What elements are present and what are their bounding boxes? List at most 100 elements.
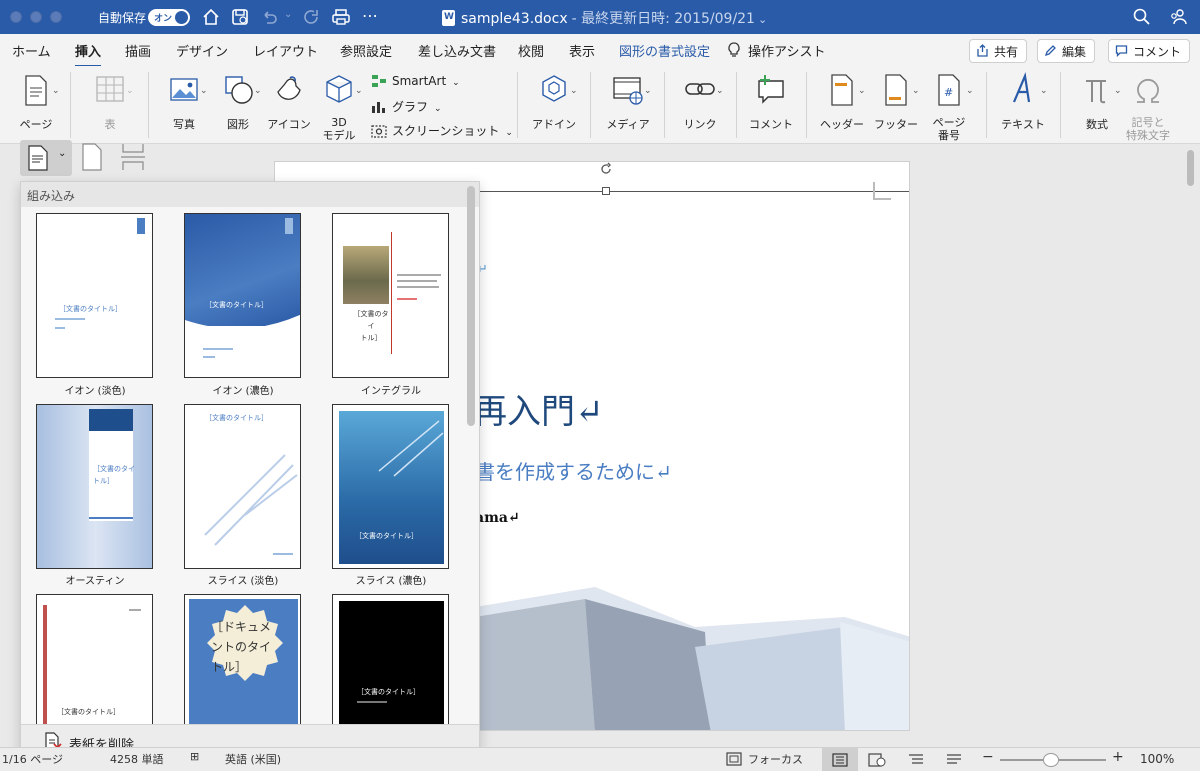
cover-thumb-title: ［ドキュメ ントのタイ トル］ [211, 620, 272, 674]
tab-home[interactable]: ホーム [12, 41, 51, 60]
link-chevron-icon: ⌄ [716, 86, 724, 96]
photo-group[interactable]: ⌄ 写真 [158, 72, 210, 131]
comments-button[interactable]: コメント [1108, 39, 1191, 63]
print-layout-view-button[interactable] [822, 748, 858, 771]
close-window-button[interactable] [10, 11, 22, 23]
symbol-label: 記号と 特殊文字 [1126, 116, 1170, 142]
new-comment-group[interactable]: コメント [744, 72, 798, 131]
tab-shape-format[interactable]: 図形の書式設定 [619, 41, 710, 60]
cover-thumb-title: ［文書のタイトル］ [205, 301, 268, 309]
cover-thumb-ion-light[interactable]: ［文書のタイトル］ [36, 213, 153, 378]
lightbulb-icon [728, 42, 740, 57]
footer-group[interactable]: ⌄ フッター [868, 72, 924, 131]
cover-page-dropdown-button[interactable]: ⌄ [20, 140, 72, 176]
cover-caption-austin: オースティン [65, 576, 125, 587]
cover-thumb-slice-dark[interactable]: ［文書のタイトル］ [332, 404, 449, 569]
print-icon[interactable] [331, 7, 351, 27]
focus-label[interactable]: フォーカス [748, 751, 803, 767]
language-status[interactable]: 英語 (米国) [225, 751, 281, 767]
undo-icon[interactable] [259, 7, 279, 27]
account-icon[interactable] [1168, 7, 1188, 27]
equation-group[interactable]: ⌄ 数式 [1070, 72, 1124, 131]
addins-label: アドイン [532, 118, 576, 131]
smartart-icon [372, 75, 386, 87]
search-icon[interactable] [1132, 7, 1152, 27]
equation-label: 数式 [1086, 118, 1108, 131]
outline-view-icon[interactable] [908, 753, 924, 767]
proofing-icon[interactable]: ⊞ [190, 750, 199, 763]
ribbon-divider [986, 72, 987, 138]
ribbon-divider [806, 72, 807, 138]
page-count-status[interactable]: 1/16 ページ [2, 751, 63, 767]
vertical-scrollbar[interactable] [1186, 148, 1196, 738]
focus-icon[interactable] [726, 752, 742, 766]
header-group[interactable]: ⌄ ヘッダー [814, 72, 870, 131]
ribbon-divider [70, 72, 71, 138]
tab-insert[interactable]: 挿入 [75, 41, 102, 68]
page-number-label: ページ 番号 [932, 116, 966, 142]
gallery-scrollbar-thumb[interactable] [467, 186, 475, 426]
tab-draw[interactable]: 描画 [125, 41, 151, 60]
scrollbar-thumb[interactable] [1187, 150, 1194, 186]
ribbon-divider [736, 72, 737, 138]
chart-chevron-icon: ⌄ [434, 104, 442, 114]
3d-models-group[interactable]: ⌄ 3D モデル [316, 72, 363, 142]
web-layout-icon[interactable] [868, 753, 886, 767]
document-title[interactable]: sample43.docx- 最終更新日時: 2015/09/21⌄ [442, 8, 767, 28]
zoom-in-icon[interactable]: + [1112, 749, 1124, 765]
tab-view[interactable]: 表示 [569, 41, 595, 60]
tab-references[interactable]: 参照設定 [340, 41, 392, 60]
addins-group[interactable]: ⌄ アドイン [526, 72, 582, 131]
shapes-icon [225, 76, 253, 104]
cover-thumb-integral[interactable]: ［文書のタイ トル］ [332, 213, 449, 378]
cover-thumb-austin[interactable]: ［文書のタイ トル］ [36, 404, 153, 569]
new-comment-label: コメント [749, 118, 793, 131]
shapes-group[interactable]: ⌄ 図形 [212, 72, 264, 131]
tab-layout[interactable]: レイアウト [253, 41, 318, 60]
autosave-label: 自動保存 [98, 11, 147, 25]
zoom-slider-knob[interactable] [1043, 753, 1059, 767]
footer-label: フッター [874, 118, 918, 131]
draft-view-icon[interactable] [946, 753, 962, 767]
zoom-out-icon[interactable]: − [982, 749, 994, 765]
more-options-icon[interactable]: ⋯ [362, 6, 382, 26]
symbol-group[interactable]: 記号と 特殊文字 [1124, 72, 1172, 142]
save-icon[interactable] [230, 7, 250, 27]
home-icon[interactable] [201, 7, 221, 27]
equation-chevron-icon: ⌄ [1114, 86, 1122, 96]
table-group[interactable]: ⌄ 表 [84, 72, 136, 131]
share-button[interactable]: 共有 [969, 39, 1028, 63]
page-number-group[interactable]: # ⌄ ページ 番号 [922, 72, 976, 142]
ribbon-divider [590, 72, 591, 138]
tab-design[interactable]: デザイン [176, 41, 228, 60]
page-break-icon[interactable] [120, 142, 146, 172]
cover-thumb-ion-dark[interactable]: ［文書のタイトル］ [184, 213, 301, 378]
media-label: メディア [606, 118, 650, 131]
smartart-button[interactable]: SmartArt ⌄ [371, 74, 460, 88]
autosave-toggle[interactable]: オン [148, 9, 190, 26]
word-count-status[interactable]: 4258 単語 [110, 751, 164, 767]
blank-page-icon[interactable] [80, 142, 104, 172]
minimize-window-button[interactable] [30, 11, 42, 23]
media-group[interactable]: ⌄ メディア [600, 72, 656, 131]
link-group[interactable]: ⌄ リンク [672, 72, 728, 131]
zoom-level[interactable]: 100% [1140, 752, 1174, 766]
edit-button[interactable]: 編集 [1037, 39, 1096, 63]
zoom-window-button[interactable] [50, 11, 62, 23]
rotate-handle-icon[interactable] [599, 162, 613, 176]
cover-caption-integral: インテグラル [361, 386, 421, 397]
shapes-label: 図形 [227, 118, 249, 131]
redo-icon[interactable] [302, 7, 322, 27]
cover-page-group[interactable]: ⌄ ページ [10, 72, 62, 131]
document-author: ama↵ [475, 510, 520, 526]
icons-group[interactable]: アイコン [264, 72, 314, 131]
text-group[interactable]: ⌄ テキスト [994, 72, 1052, 131]
cover-thumb-slice-light[interactable]: ［文書のタイトル］ [184, 404, 301, 569]
tab-review[interactable]: 校閲 [518, 41, 544, 60]
tab-mailings[interactable]: 差し込み文書 [418, 41, 496, 60]
chart-button[interactable]: グラフ ⌄ [371, 98, 442, 115]
undo-dropdown-chevron-icon[interactable]: ⌄ [284, 9, 304, 29]
screenshot-button[interactable]: スクリーンショット ⌄ [371, 122, 513, 139]
tell-me-assist[interactable]: 操作アシスト [748, 41, 825, 60]
resize-handle[interactable] [602, 187, 610, 195]
